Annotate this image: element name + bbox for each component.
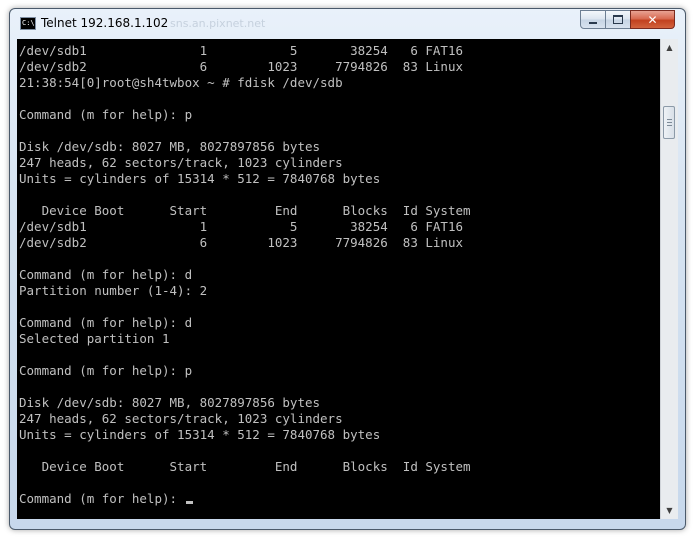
terminal-line: Command (m for help): d: [19, 267, 193, 282]
terminal-line: Command (m for help): d: [19, 315, 193, 330]
terminal-line: Units = cylinders of 15314 * 512 = 78407…: [19, 171, 381, 186]
thumb-grip: [667, 122, 672, 123]
maximize-button[interactable]: [605, 10, 631, 29]
terminal-line: Device Boot Start End Blocks Id System: [19, 459, 471, 474]
text-cursor: [185, 501, 193, 504]
console-icon[interactable]: C:\: [20, 17, 36, 30]
terminal-line: Command (m for help): p: [19, 363, 193, 378]
maximize-icon: [613, 15, 623, 24]
scroll-up-arrow-icon[interactable]: ▲: [661, 39, 678, 56]
thumb-grip: [667, 125, 672, 126]
minimize-icon: [589, 21, 597, 24]
window-title: Telnet 192.168.1.102: [41, 16, 169, 30]
terminal-line: Disk /dev/sdb: 8027 MB, 8027897856 bytes: [19, 395, 321, 410]
terminal-line: Selected partition 1: [19, 331, 170, 346]
terminal-line: 247 heads, 62 sectors/track, 1023 cylind…: [19, 411, 343, 426]
terminal-line: /dev/sdb1 1 5 38254 6 FAT16: [19, 43, 464, 58]
terminal-output[interactable]: /dev/sdb1 1 5 38254 6 FAT16 /dev/sdb2 6 …: [17, 39, 660, 519]
close-icon: ✕: [647, 12, 658, 27]
vertical-scrollbar[interactable]: ▲ ▼: [660, 39, 678, 519]
terminal-line: Command (m for help):: [19, 491, 185, 506]
terminal-line: Partition number (1-4): 2: [19, 283, 208, 298]
terminal-line: /dev/sdb2 6 1023 7794826 83 Linux: [19, 235, 464, 250]
telnet-window: C:\ Telnet 192.168.1.102 sns.an.pixnet.n…: [9, 8, 686, 530]
watermark-text: sns.an.pixnet.net: [170, 17, 266, 30]
terminal-line: /dev/sdb1 1 5 38254 6 FAT16: [19, 219, 464, 234]
close-button[interactable]: ✕: [630, 10, 675, 29]
terminal-line: Device Boot Start End Blocks Id System: [19, 203, 471, 218]
title-bar[interactable]: C:\ Telnet 192.168.1.102 sns.an.pixnet.n…: [10, 9, 685, 39]
terminal-line: Disk /dev/sdb: 8027 MB, 8027897856 bytes: [19, 139, 321, 154]
thumb-grip: [667, 119, 672, 120]
scrollbar-thumb[interactable]: [663, 106, 675, 139]
terminal-line: Units = cylinders of 15314 * 512 = 78407…: [19, 427, 381, 442]
scroll-down-arrow-icon[interactable]: ▼: [661, 502, 678, 519]
terminal-line: 247 heads, 62 sectors/track, 1023 cylind…: [19, 155, 343, 170]
terminal-text: /dev/sdb1 1 5 38254 6 FAT16 /dev/sdb2 6 …: [17, 39, 660, 507]
terminal-line: Command (m for help): p: [19, 107, 193, 122]
minimize-button[interactable]: [580, 10, 606, 29]
terminal-line: 21:38:54[0]root@sh4twbox ~ # fdisk /dev/…: [19, 75, 343, 90]
terminal-line: /dev/sdb2 6 1023 7794826 83 Linux: [19, 59, 464, 74]
